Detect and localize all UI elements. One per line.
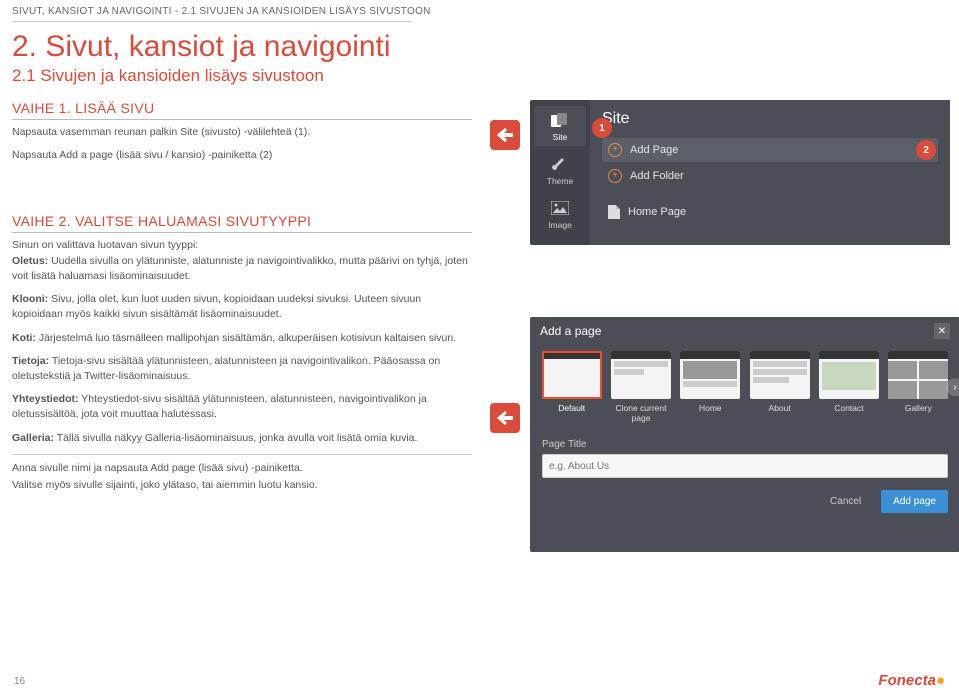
modal-actions: Cancel Add page (530, 478, 959, 525)
tab-theme[interactable]: Theme (534, 150, 586, 190)
closing-1: Anna sivulle nimi ja napsauta Add page (… (12, 461, 472, 476)
row-label: Add Page (630, 144, 678, 156)
template-contact[interactable]: Contact (817, 351, 880, 423)
template-row: Default Clone current page Home (530, 345, 959, 433)
page-number: 16 (14, 676, 25, 687)
template-label: Gallery (905, 403, 932, 413)
text: Järjestelmä luo täsmälleen mallipohjan s… (36, 332, 456, 344)
callout-2: 2 (916, 140, 936, 160)
thumb (888, 351, 948, 399)
plus-icon: + (608, 143, 622, 157)
brush-icon (548, 154, 572, 174)
p-yhteys: Yhteystiedot: Yhteystiedot-sivu sisältää… (12, 392, 472, 422)
p-koti: Koti: Järjestelmä luo täsmälleen mallipo… (12, 331, 472, 346)
step-2-heading: VAIHE 2. VALITSE HALUAMASI SIVUTYYPPI (12, 213, 472, 229)
divider (12, 232, 472, 233)
breadcrumb-divider (12, 21, 412, 22)
text: Sivu, jolla olet, kun luot uuden sivun, … (12, 293, 421, 320)
brand-text: Fonecta (878, 672, 936, 689)
thumb (611, 351, 671, 399)
text: Sinun on valittava luotavan sivun tyyppi… (12, 239, 198, 251)
page-subtitle: 2.1 Sivujen ja kansioiden lisäys sivusto… (0, 64, 959, 100)
closing-2: Valitse myös sivulle sijainti, joko ylät… (12, 478, 472, 493)
step-2-intro: Sinun on valittava luotavan sivun tyyppi… (12, 238, 472, 284)
label-yhteys: Yhteystiedot: (12, 393, 79, 405)
add-page-button[interactable]: Add page (881, 490, 948, 513)
add-page-row[interactable]: + Add Page (602, 138, 938, 162)
step-1-line2: Napsauta Add a page (lisää sivu / kansio… (12, 148, 472, 163)
tab-image[interactable]: Image (534, 194, 586, 234)
p-galleria: Galleria: Tällä sivulla näkyy Galleria-l… (12, 431, 472, 446)
step-1-block: VAIHE 1. LISÄÄ SIVU Napsauta vasemman re… (12, 100, 472, 163)
template-label: Contact (834, 403, 863, 413)
image-icon (548, 198, 572, 218)
page-title: 2. Sivut, kansiot ja navigointi (0, 28, 959, 64)
thumb (542, 351, 602, 399)
template-home[interactable]: Home (679, 351, 742, 423)
site-panel: Site + Add Page + Add Folder Home Page (590, 100, 950, 245)
label-koti: Koti: (12, 332, 36, 344)
form-section: Page Title (530, 433, 959, 478)
home-page-row[interactable]: Home Page (602, 200, 938, 224)
p-tietoja: Tietoja: Tietoja-sivu sisältää ylätunnis… (12, 354, 472, 384)
divider (12, 454, 472, 455)
files-icon (548, 110, 572, 130)
label-oletus: Oletus: (12, 255, 48, 267)
template-label: About (769, 403, 791, 413)
label-klooni: Klooni: (12, 293, 48, 305)
modal-title: Add a page (540, 324, 601, 338)
tab-label: Image (548, 220, 572, 230)
screenshot-site-panel: 1 2 Site Theme (530, 100, 950, 245)
scroll-right-button[interactable]: › (946, 378, 959, 396)
screenshot-add-page-modal: Add a page ✕ Default Clone curre (530, 317, 959, 552)
illustration-1: 1 2 Site Theme (490, 100, 959, 245)
page-title-label: Page Title (542, 439, 948, 450)
p-klooni: Klooni: Sivu, jolla olet, kun luot uuden… (12, 292, 472, 322)
step-2-block: VAIHE 2. VALITSE HALUAMASI SIVUTYYPPI Si… (12, 213, 472, 493)
template-gallery[interactable]: Gallery (887, 351, 950, 423)
tab-site[interactable]: Site (534, 106, 586, 146)
arrow-icon (490, 403, 520, 433)
panel-title: Site (602, 110, 938, 128)
label-galleria: Galleria: (12, 432, 54, 444)
arrow-icon (490, 120, 520, 150)
footer-logo: Fonecta● (878, 672, 945, 689)
template-label: Home (699, 403, 722, 413)
thumb (819, 351, 879, 399)
brand-dot: ● (936, 672, 945, 689)
row-label: Add Folder (630, 170, 684, 182)
template-default[interactable]: Default (540, 351, 603, 423)
cancel-button[interactable]: Cancel (818, 490, 873, 513)
illustration-2: Add a page ✕ Default Clone curre (490, 313, 959, 552)
step-1-heading: VAIHE 1. LISÄÄ SIVU (12, 100, 472, 116)
tab-label: Theme (547, 176, 573, 186)
thumb (750, 351, 810, 399)
template-clone[interactable]: Clone current page (609, 351, 672, 423)
divider (12, 119, 472, 120)
text: Uudella sivulla on ylätunniste, alatunni… (12, 255, 468, 282)
text: Tietoja-sivu sisältää ylätunnisteen, ala… (12, 355, 440, 382)
thumb (680, 351, 740, 399)
breadcrumb: SIVUT, KANSIOT JA NAVIGOINTI - 2.1 Sivuj… (0, 0, 959, 21)
template-about[interactable]: About (748, 351, 811, 423)
left-tabs: Site Theme Image (530, 100, 590, 245)
modal-header: Add a page ✕ (530, 317, 959, 345)
template-label: Clone current page (609, 403, 672, 423)
label-tietoja: Tietoja: (12, 355, 49, 367)
close-button[interactable]: ✕ (934, 323, 950, 339)
page-icon (608, 205, 620, 219)
tab-label: Site (553, 132, 568, 142)
template-label: Default (558, 403, 585, 413)
row-label: Home Page (628, 206, 686, 218)
page-title-input[interactable] (542, 454, 948, 478)
callout-1: 1 (592, 118, 612, 138)
add-folder-row[interactable]: + Add Folder (602, 164, 938, 188)
step-1-line1: Napsauta vasemman reunan palkin Site (si… (12, 125, 472, 140)
plus-icon: + (608, 169, 622, 183)
text: Tällä sivulla näkyy Galleria-lisäominais… (54, 432, 417, 444)
